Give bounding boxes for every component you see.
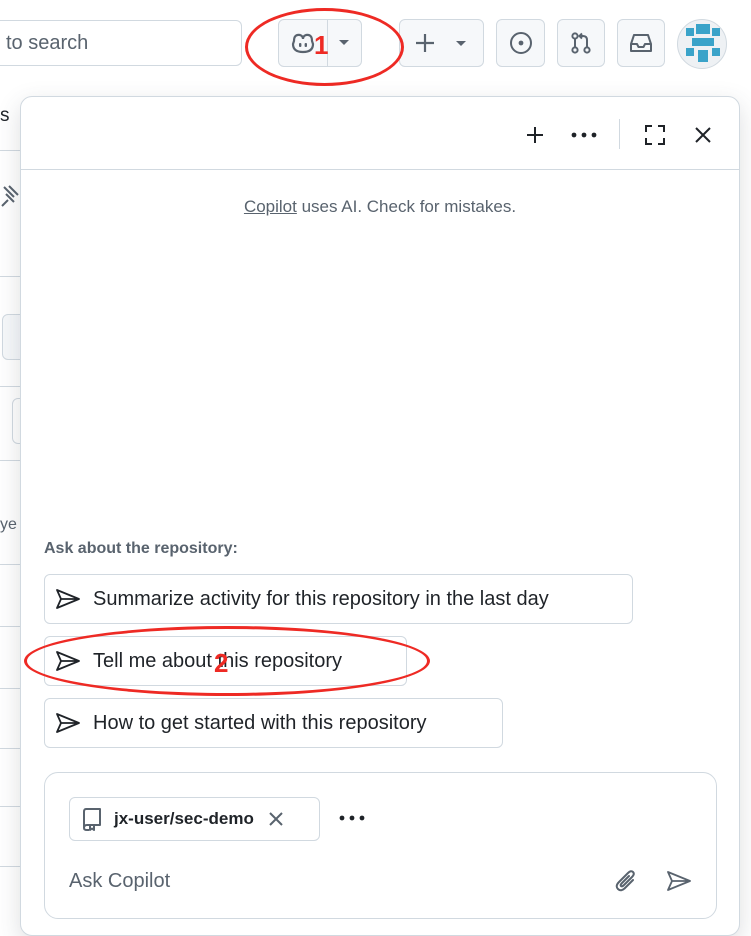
background-fragment-ye: ye xyxy=(0,516,17,533)
annotation-number-1: 1 xyxy=(314,30,329,60)
avatar[interactable] xyxy=(677,19,727,69)
context-more-button[interactable] xyxy=(335,803,369,833)
triangle-down-icon xyxy=(455,40,467,48)
issues-button[interactable] xyxy=(496,19,545,67)
send-button[interactable] xyxy=(663,866,695,896)
search-placeholder: to search xyxy=(6,32,89,54)
chat-composer: jx-user/sec-demo Ask Copilot xyxy=(44,772,717,919)
copilot-link[interactable]: Copilot xyxy=(244,197,297,216)
git-pull-request-icon xyxy=(569,31,593,55)
x-icon xyxy=(694,126,712,144)
suggestion-label: How to get started with this repository xyxy=(93,711,427,734)
annotation-number-2: 2 xyxy=(214,648,229,678)
divider xyxy=(0,866,22,867)
paper-airplane-icon xyxy=(666,870,692,892)
expand-button[interactable] xyxy=(639,119,671,151)
ask-heading: Ask about the repository: xyxy=(44,540,238,557)
new-chat-button[interactable] xyxy=(519,119,551,151)
inbox-button[interactable] xyxy=(617,19,665,67)
search-input[interactable]: to search xyxy=(0,20,242,66)
pull-requests-button[interactable] xyxy=(557,19,605,67)
suggestion-get-started[interactable]: How to get started with this repository xyxy=(44,698,503,748)
divider xyxy=(0,460,22,461)
issue-opened-icon xyxy=(509,31,533,55)
divider xyxy=(0,386,22,387)
ai-notice-text: uses AI. Check for mistakes. xyxy=(296,197,517,216)
panel-header-divider xyxy=(21,169,739,170)
kebab-horizontal-icon xyxy=(339,815,365,821)
divider xyxy=(0,748,22,749)
more-options-button[interactable] xyxy=(567,119,601,151)
remove-repo-icon[interactable] xyxy=(268,811,284,827)
repo-chip-label: jx-user/sec-demo xyxy=(114,809,254,828)
create-new-button[interactable] xyxy=(399,19,484,67)
paper-airplane-icon xyxy=(55,588,93,610)
divider xyxy=(0,150,22,151)
ask-copilot-input[interactable]: Ask Copilot xyxy=(69,870,170,893)
repo-chip[interactable]: jx-user/sec-demo xyxy=(69,797,320,841)
screen-full-icon xyxy=(644,124,666,146)
paper-airplane-icon xyxy=(55,712,93,734)
divider xyxy=(0,564,22,565)
ai-notice: Copilot uses AI. Check for mistakes. xyxy=(21,197,739,217)
pin-icon xyxy=(0,184,20,208)
plus-icon xyxy=(414,32,436,54)
copilot-panel: Copilot uses AI. Check for mistakes. Ask… xyxy=(20,96,740,936)
kebab-horizontal-icon xyxy=(571,132,597,138)
divider xyxy=(0,806,22,807)
divider xyxy=(0,276,22,277)
attach-button[interactable] xyxy=(611,866,641,896)
background-fragment-s: s xyxy=(0,105,10,126)
inbox-icon xyxy=(629,32,653,54)
divider xyxy=(0,688,22,689)
divider xyxy=(0,626,22,627)
toolbar-divider xyxy=(619,119,620,149)
close-button[interactable] xyxy=(687,119,719,151)
paperclip-icon xyxy=(615,869,637,893)
suggestion-summarize[interactable]: Summarize activity for this repository i… xyxy=(44,574,633,624)
repo-icon xyxy=(82,807,102,831)
plus-icon xyxy=(525,125,545,145)
suggestion-label: Summarize activity for this repository i… xyxy=(93,587,549,610)
